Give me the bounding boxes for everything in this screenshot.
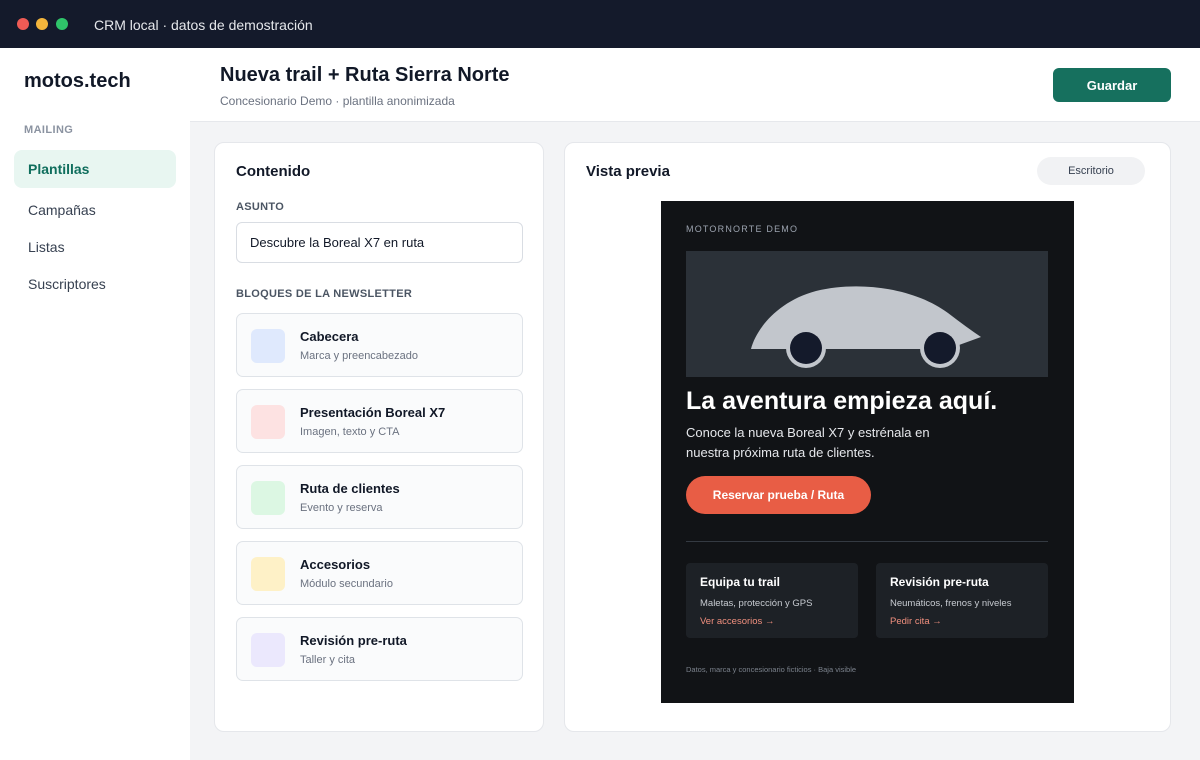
block-description: Evento y reserva — [300, 502, 383, 514]
sidebar-item-label: Listas — [28, 239, 65, 255]
save-button[interactable]: Guardar — [1053, 68, 1171, 102]
block-description: Marca y preencabezado — [300, 350, 419, 362]
email-module-title: Equipa tu trail — [700, 575, 781, 589]
email-divider — [686, 541, 1048, 542]
sidebar-section-label: MAILING — [24, 124, 74, 136]
device-toggle[interactable]: Escritorio — [1037, 157, 1145, 185]
block-color-swatch — [251, 329, 285, 363]
email-hero-image — [686, 251, 1048, 377]
minimize-button[interactable] — [36, 18, 48, 30]
window-title: CRM local · datos de demostración — [94, 17, 313, 33]
close-button[interactable] — [17, 18, 29, 30]
sidebar-item-suscriptores[interactable]: Suscriptores — [14, 265, 176, 303]
email-module-revision: Revisión pre-ruta Neumáticos, frenos y n… — [876, 563, 1048, 638]
email-module-link[interactable]: Pedir cita → — [890, 616, 942, 627]
content-panel-title: Contenido — [236, 163, 311, 180]
block-color-swatch — [251, 405, 285, 439]
email-module-accesorios: Equipa tu trail Maletas, protección y GP… — [686, 563, 858, 638]
maximize-button[interactable] — [56, 18, 68, 30]
block-title: Cabecera — [300, 329, 359, 344]
sidebar-item-label: Suscriptores — [28, 276, 106, 292]
blocks-label: BLOQUES DE LA NEWSLETTER — [236, 288, 413, 300]
block-title: Accesorios — [300, 557, 371, 572]
page-subtitle: Concesionario Demo · plantilla anonimiza… — [220, 94, 455, 108]
email-preview: MOTORNORTE DEMO La aventura empieza aquí… — [661, 201, 1074, 703]
email-cta-button[interactable]: Reservar prueba / Ruta — [686, 476, 871, 514]
block-ruta-clientes[interactable]: Ruta de clientes Evento y reserva — [236, 465, 523, 529]
brand-logo[interactable]: motos.tech — [24, 70, 131, 93]
email-module-desc: Neumáticos, frenos y niveles — [890, 598, 1012, 609]
page-title: Nueva trail + Ruta Sierra Norte — [220, 64, 510, 86]
vehicle-illustration — [751, 286, 981, 368]
preview-panel-title: Vista previa — [586, 163, 670, 180]
subject-label: ASUNTO — [236, 201, 285, 213]
preview-panel: Vista previa Escritorio MOTORNORTE DEMO … — [564, 142, 1171, 732]
email-preheader: MOTORNORTE DEMO — [686, 224, 799, 234]
subject-input[interactable] — [236, 222, 523, 263]
block-color-swatch — [251, 633, 285, 667]
email-body: Conoce la nueva Boreal X7 y estrénala en… — [686, 425, 930, 460]
block-description: Módulo secundario — [300, 578, 393, 590]
sidebar-item-plantillas[interactable]: Plantillas — [14, 150, 176, 188]
block-title: Revisión pre-ruta — [300, 633, 407, 648]
sidebar-item-listas[interactable]: Listas — [14, 228, 176, 266]
email-footer: Datos, marca y concesionario ficticios ·… — [686, 665, 857, 674]
page-header: Nueva trail + Ruta Sierra Norte Concesio… — [190, 48, 1200, 122]
sidebar-item-label: Plantillas — [28, 161, 90, 177]
sidebar-item-campanas[interactable]: Campañas — [14, 191, 176, 229]
block-cabecera[interactable]: Cabecera Marca y preencabezado — [236, 313, 523, 377]
block-color-swatch — [251, 557, 285, 591]
block-color-swatch — [251, 481, 285, 515]
block-accesorios[interactable]: Accesorios Módulo secundario — [236, 541, 523, 605]
block-presentacion[interactable]: Presentación Boreal X7 Imagen, texto y C… — [236, 389, 523, 453]
block-title: Ruta de clientes — [300, 481, 400, 496]
window-titlebar: CRM local · datos de demostración — [0, 0, 1200, 48]
email-module-title: Revisión pre-ruta — [890, 575, 989, 589]
sidebar: motos.tech MAILING Plantillas Campañas L… — [0, 48, 190, 760]
email-module-link[interactable]: Ver accesorios → — [700, 616, 774, 627]
block-title: Presentación Boreal X7 — [300, 405, 446, 420]
block-description: Imagen, texto y CTA — [300, 426, 400, 438]
sidebar-item-label: Campañas — [28, 202, 96, 218]
email-module-desc: Maletas, protección y GPS — [700, 598, 813, 609]
block-description: Taller y cita — [300, 654, 356, 666]
content-panel: Contenido ASUNTO BLOQUES DE LA NEWSLETTE… — [214, 142, 544, 732]
block-revision[interactable]: Revisión pre-ruta Taller y cita — [236, 617, 523, 681]
email-headline: La aventura empieza aquí. — [686, 387, 998, 415]
